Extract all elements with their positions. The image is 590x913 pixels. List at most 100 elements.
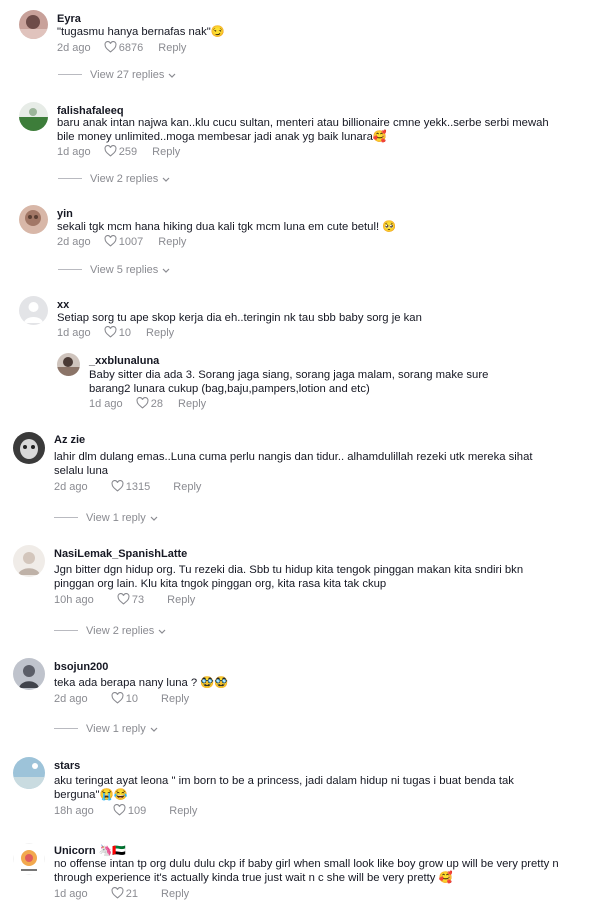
user-avatar[interactable] <box>19 205 48 234</box>
user-avatar[interactable] <box>57 353 80 376</box>
divider-line <box>58 178 82 179</box>
divider-line <box>58 74 82 75</box>
comment-meta: 18h ago 109 Reply <box>54 804 197 817</box>
view-replies-label: View 5 replies <box>90 264 159 276</box>
username[interactable]: stars <box>54 760 80 772</box>
view-replies-button[interactable]: View 1 reply <box>54 723 158 735</box>
comment-meta: 2d ago 10 Reply <box>54 692 189 705</box>
chevron-down-icon <box>150 727 158 732</box>
like-button[interactable]: 259 <box>104 145 137 158</box>
chevron-down-icon <box>162 177 170 182</box>
user-avatar[interactable] <box>19 102 48 131</box>
like-count: 1315 <box>125 481 151 493</box>
view-replies-button[interactable]: View 27 replies <box>58 69 176 81</box>
reply-button[interactable]: Reply <box>173 481 201 493</box>
username[interactable]: _xxblunaluna <box>89 355 159 367</box>
reply-button[interactable]: Reply <box>178 398 206 410</box>
divider-line <box>58 269 82 270</box>
comment-text: baru anak intan najwa kan..klu cucu sult… <box>57 117 549 143</box>
divider-line <box>54 728 78 729</box>
view-replies-button[interactable]: View 2 replies <box>54 625 166 637</box>
like-button[interactable]: 6876 <box>104 41 143 54</box>
chevron-down-icon <box>158 629 166 634</box>
reply-button[interactable]: Reply <box>169 805 197 817</box>
username[interactable]: Az zie <box>54 434 85 446</box>
heart-icon <box>136 397 149 409</box>
reply-button[interactable]: Reply <box>161 693 189 705</box>
comment-text: lahir dlm dulang emas..Luna cuma perlu n… <box>54 451 533 477</box>
comment-age: 2d ago <box>57 42 91 54</box>
comment-meta: 1d ago 259 Reply <box>57 145 180 158</box>
user-avatar[interactable] <box>13 545 45 577</box>
divider-line <box>54 630 78 631</box>
heart-icon <box>111 480 124 492</box>
reply-button[interactable]: Reply <box>161 888 189 900</box>
like-count: 10 <box>125 693 138 705</box>
reply-button[interactable]: Reply <box>158 42 186 54</box>
like-count: 21 <box>125 888 138 900</box>
comment-age: 1d ago <box>57 327 91 339</box>
like-button[interactable]: 10 <box>104 326 131 339</box>
user-avatar[interactable] <box>13 843 45 875</box>
like-button[interactable]: 73 <box>117 593 144 606</box>
like-count: 10 <box>118 327 131 339</box>
like-count: 6876 <box>118 42 144 54</box>
comment-age: 2d ago <box>54 481 88 493</box>
comment-text: sekali tgk mcm hana hiking dua kali tgk … <box>57 221 397 233</box>
user-avatar[interactable] <box>19 296 48 325</box>
user-avatar[interactable] <box>13 432 45 464</box>
like-button[interactable]: 109 <box>113 804 146 817</box>
like-button[interactable]: 28 <box>136 397 163 410</box>
username[interactable]: Unicorn 🦄🇦🇪 <box>54 844 126 857</box>
view-replies-button[interactable]: View 2 replies <box>58 173 170 185</box>
heart-icon <box>104 145 117 157</box>
username[interactable]: bsojun200 <box>54 661 108 673</box>
username[interactable]: falishafaleeq <box>57 105 124 117</box>
comment-age: 1d ago <box>54 888 88 900</box>
comment-meta: 1d ago 28 Reply <box>89 397 206 410</box>
reply-button[interactable]: Reply <box>167 594 195 606</box>
like-count: 73 <box>131 594 145 606</box>
heart-icon <box>104 326 117 338</box>
like-count: 259 <box>118 146 138 158</box>
like-button[interactable]: 1315 <box>111 480 150 493</box>
reply-button[interactable]: Reply <box>152 146 180 158</box>
reply-button[interactable]: Reply <box>146 327 174 339</box>
comment-text: Jgn bitter dgn hidup org. Tu rezeki dia.… <box>54 564 524 590</box>
comment-text: Setiap sorg tu ape skop kerja dia eh..te… <box>57 312 422 324</box>
comment-text: aku teringat ayat leona " im born to be … <box>54 775 514 801</box>
view-replies-label: View 1 reply <box>86 512 146 524</box>
view-replies-label: View 2 replies <box>90 173 159 185</box>
chevron-down-icon <box>162 268 170 273</box>
username[interactable]: NasiLemak_SpanishLatte <box>54 548 187 560</box>
like-button[interactable]: 10 <box>111 692 138 705</box>
like-count: 1007 <box>118 236 144 248</box>
comment-age: 10h ago <box>54 594 94 606</box>
like-count: 109 <box>127 805 147 817</box>
chevron-down-icon <box>168 73 176 78</box>
user-avatar[interactable] <box>13 757 45 789</box>
comment-meta: 1d ago 21 Reply <box>54 887 189 900</box>
view-replies-button[interactable]: View 5 replies <box>58 264 170 276</box>
heart-icon <box>111 692 124 704</box>
comment-age: 1d ago <box>89 398 123 410</box>
reply-button[interactable]: Reply <box>158 236 186 248</box>
username[interactable]: Eyra <box>57 13 81 25</box>
username-emoji: 🦄🇦🇪 <box>98 845 127 857</box>
comment-text: teka ada berapa nany luna ? 🥸🥸 <box>54 677 229 689</box>
like-button[interactable]: 1007 <box>104 235 143 248</box>
username[interactable]: yin <box>57 208 73 220</box>
heart-icon <box>104 41 117 53</box>
user-avatar[interactable] <box>13 658 45 690</box>
view-replies-label: View 1 reply <box>86 723 146 735</box>
heart-icon <box>104 235 117 247</box>
comment-age: 1d ago <box>57 146 91 158</box>
like-button[interactable]: 21 <box>111 887 138 900</box>
view-replies-button[interactable]: View 1 reply <box>54 512 158 524</box>
user-avatar[interactable] <box>19 10 48 39</box>
heart-icon <box>117 593 130 605</box>
comment-text: "tugasmu hanya bernafas nak"😏 <box>57 26 225 38</box>
comment-age: 2d ago <box>57 236 91 248</box>
comment-meta: 2d ago 6876 Reply <box>57 41 186 54</box>
username[interactable]: xx <box>57 299 69 311</box>
